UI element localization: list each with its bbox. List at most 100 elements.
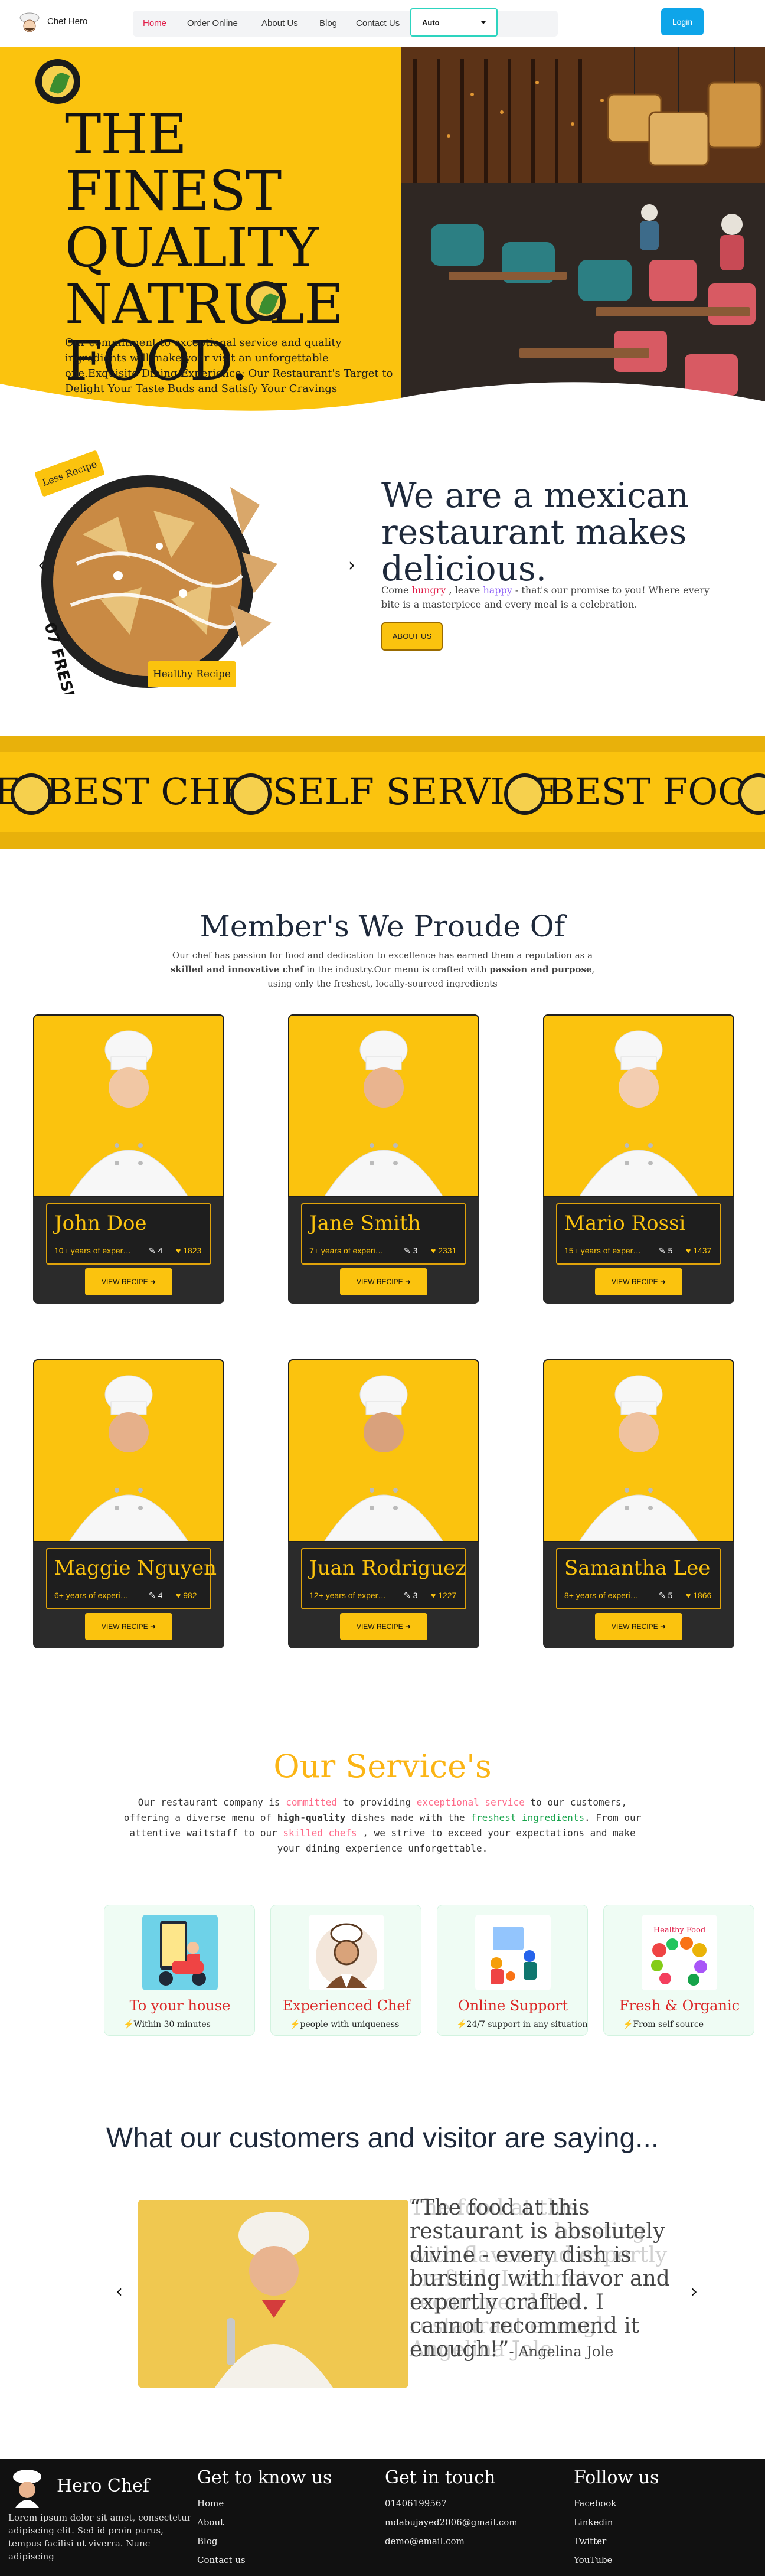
about-title: We are a mexican restaurant makes delici… — [381, 475, 689, 589]
chef-illustration — [579, 1375, 698, 1542]
view-recipe-button[interactable]: VIEW RECIPE ➜ — [340, 1613, 427, 1640]
chef-card: John Doe 10+ years of experience ✎ 4 ♥ 1823… — [33, 1014, 224, 1304]
nav-link-contact-us[interactable]: Contact Us — [356, 18, 400, 28]
chef-portrait-icon — [309, 1915, 384, 1990]
arrow-right-icon: ➜ — [149, 1622, 156, 1631]
footer-link-linkedin[interactable]: Linkedin — [574, 2517, 613, 2528]
footer-link-contact[interactable]: Contact us — [197, 2555, 246, 2565]
leaf-badge-small-icon — [246, 281, 286, 321]
chef-likes-count: 1227 — [438, 1591, 457, 1600]
footer-email-demo[interactable]: demo@email.com — [385, 2536, 465, 2546]
service-subtitle-text: Within 30 minutes — [133, 2020, 211, 2029]
svc-desc-fresh: freshest ingredients — [470, 1812, 584, 1823]
footer-link-twitter[interactable]: Twitter — [574, 2536, 606, 2546]
brand-name[interactable]: Chef Hero — [47, 17, 87, 27]
chef-recipes-count: 4 — [158, 1246, 163, 1255]
view-recipe-label: VIEW RECIPE — [611, 1278, 658, 1286]
about-text-happy: happy — [483, 585, 512, 596]
chef-likes-count: 1437 — [693, 1246, 712, 1255]
view-recipe-button[interactable]: VIEW RECIPE ➜ — [85, 1268, 172, 1295]
chef-likes: ♥ 1823 — [176, 1246, 201, 1255]
chef-recipes: ✎ 5 — [659, 1246, 672, 1256]
footer-link-blog[interactable]: Blog — [197, 2536, 217, 2546]
service-card[interactable]: Online Support ⚡24/7 support in any situ… — [437, 1905, 588, 2036]
carousel-prev-icon[interactable]: ‹ — [38, 555, 45, 576]
nav-link-about-us[interactable]: About Us — [261, 18, 298, 28]
service-card[interactable]: Experienced Chef ⚡people with uniqueness — [270, 1905, 421, 2036]
footer-phone[interactable]: 01406199567 — [385, 2498, 447, 2509]
utensils-icon: ✎ — [149, 1591, 158, 1600]
service-card[interactable]: Healthy Food Fresh & Organic ⚡From self … — [603, 1905, 754, 2036]
login-button[interactable]: Login — [661, 8, 704, 35]
footer-link-youtube[interactable]: YouTube — [574, 2555, 612, 2565]
chef-recipes: ✎ 5 — [659, 1591, 672, 1601]
footer-email[interactable]: mdabujayed2006@gmail.com — [385, 2517, 518, 2528]
about-text-pre: Come — [381, 585, 412, 596]
footer-description: Lorem ipsum dolor sit amet, consectetur … — [8, 2512, 191, 2562]
testimonial-photo — [138, 2200, 408, 2388]
chef-photo — [543, 1359, 734, 1542]
view-recipe-button[interactable]: VIEW RECIPE ➜ — [595, 1613, 682, 1640]
view-recipe-button[interactable]: VIEW RECIPE ➜ — [595, 1268, 682, 1295]
utensils-icon: ✎ — [404, 1246, 413, 1255]
chef-experience: 7+ years of experience — [309, 1246, 387, 1255]
nav-link-home[interactable]: Home — [143, 18, 166, 28]
testimonial-quote: “The food at this restaurant is absolute… — [410, 2196, 675, 2363]
service-name: Experienced Chef — [282, 1997, 411, 2014]
chef-card: Juan Rodriguez 12+ years of experience ✎ 3… — [288, 1359, 479, 1648]
chef-experience: 8+ years of experience — [564, 1591, 642, 1600]
chef-info-box: John Doe 10+ years of experience ✎ 4 ♥ 1823 — [46, 1203, 211, 1265]
utensils-icon: ✎ — [659, 1591, 668, 1600]
footer-link-facebook[interactable]: Facebook — [574, 2498, 616, 2509]
members-desc-pre: Our chef has passion for food and dedica… — [172, 950, 593, 961]
svc-desc-committed: committed — [286, 1797, 337, 1808]
chef-likes: ♥ 2331 — [431, 1246, 456, 1255]
service-subtitle-text: people with uniqueness — [300, 2020, 400, 2029]
service-subtitle: ⚡24/7 support in any situation — [456, 2020, 588, 2029]
heart-icon: ♥ — [431, 1246, 439, 1255]
chef-card: Maggie Nguyen 6+ years of experience ✎ 4 ♥ … — [33, 1359, 224, 1648]
service-card[interactable]: To your house ⚡Within 30 minutes — [104, 1905, 255, 2036]
svc-desc-hq: high-quality — [277, 1812, 346, 1823]
carousel-next-icon[interactable]: › — [348, 555, 355, 576]
service-subtitle: ⚡Within 30 minutes — [123, 2020, 211, 2029]
heart-icon: ♥ — [686, 1591, 694, 1600]
testimonial-prev-icon[interactable]: ‹ — [116, 2281, 123, 2302]
chef-logo-icon[interactable] — [18, 12, 44, 35]
heart-icon: ♥ — [176, 1246, 184, 1255]
chef-recipes: ✎ 3 — [404, 1591, 417, 1601]
about-text-hungry: hungry — [411, 585, 446, 596]
chef-experience: 15+ years of experience — [564, 1246, 642, 1255]
testimonial-next-icon[interactable]: › — [691, 2281, 698, 2302]
theme-select[interactable]: Auto — [410, 8, 498, 37]
view-recipe-button[interactable]: VIEW RECIPE ➜ — [340, 1268, 427, 1295]
members-desc-mid: in the industry.Our menu is crafted with — [303, 964, 490, 975]
chef-name: Jane Smith — [309, 1212, 421, 1235]
about-us-button[interactable]: ABOUT US — [381, 622, 443, 651]
chef-illustration — [579, 1030, 698, 1197]
footer-link-about[interactable]: About — [197, 2517, 224, 2528]
chef-woman-illustration — [138, 2200, 408, 2388]
lightning-icon: ⚡ — [623, 2020, 633, 2029]
nav-link-blog[interactable]: Blog — [319, 18, 337, 28]
chef-recipes-count: 4 — [158, 1591, 163, 1600]
chef-likes: ♥ 982 — [176, 1591, 197, 1600]
services-description: Our restaurant company is committed to p… — [118, 1795, 647, 1856]
svc-desc-1: Our restaurant company is — [138, 1797, 286, 1808]
nav-link-order-online[interactable]: Order Online — [187, 18, 238, 28]
testimonial-author: - Angelina Jole — [509, 2343, 614, 2360]
lightning-icon: ⚡ — [456, 2020, 467, 2029]
hero-description: Our commitment to exceptional service an… — [65, 337, 393, 395]
footer-link-home[interactable]: Home — [197, 2498, 224, 2509]
chef-recipes-count: 3 — [413, 1591, 418, 1600]
leaf-badge-icon — [35, 59, 80, 104]
service-subtitle: ⚡people with uniqueness — [290, 2020, 399, 2029]
heart-icon: ♥ — [686, 1246, 694, 1255]
chef-recipes-count: 5 — [668, 1246, 673, 1255]
members-description: Our chef has passion for food and dedica… — [159, 948, 606, 991]
marquee-banner: E BEST CHEF SELF SERVICE BEST FOOD — [0, 736, 765, 849]
chef-card: Samantha Lee 8+ years of experience ✎ 5 ♥ 1… — [543, 1359, 734, 1648]
chef-name: Samantha Lee — [564, 1556, 711, 1580]
service-subtitle: ⚡From self source — [623, 2020, 704, 2029]
view-recipe-button[interactable]: VIEW RECIPE ➜ — [85, 1613, 172, 1640]
